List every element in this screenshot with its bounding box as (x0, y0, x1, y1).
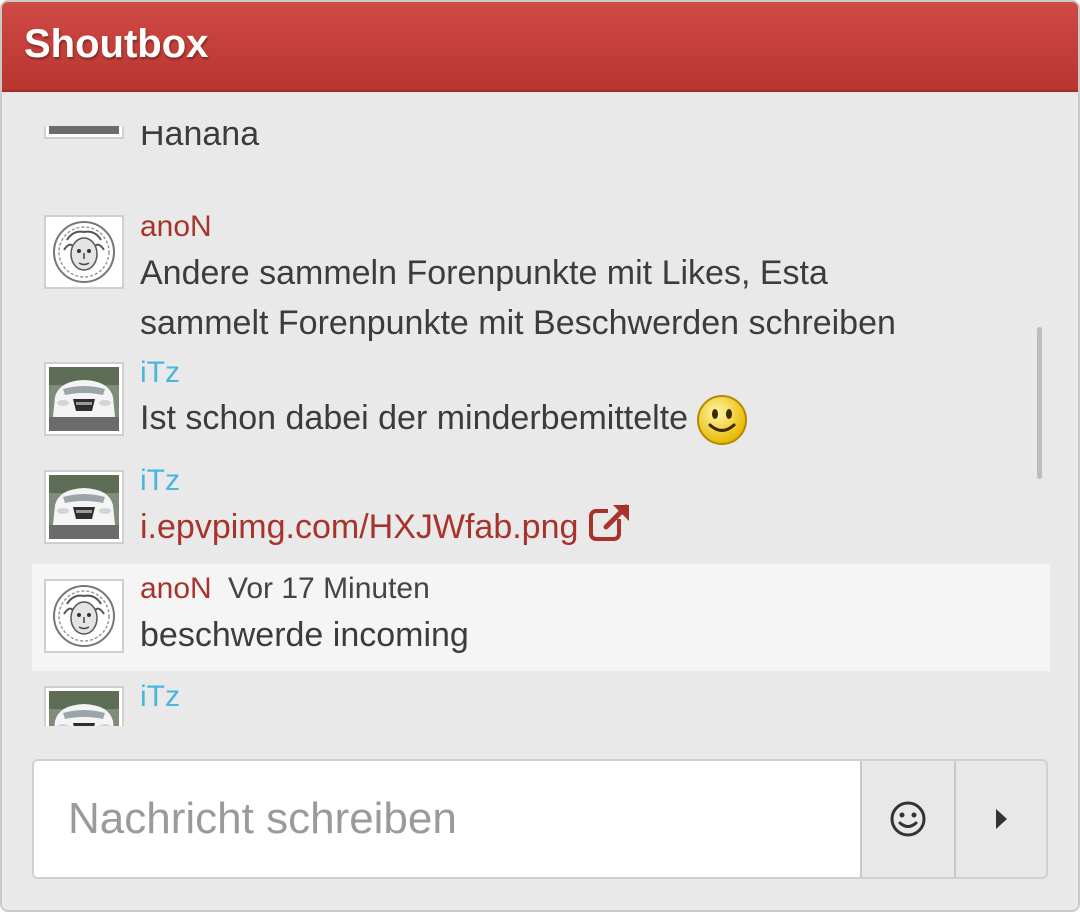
message-text: beschwerde incoming (140, 616, 469, 654)
message-text-row: i.epvpimg.com/HXJWfab.png (140, 502, 1040, 552)
message-author[interactable]: anoN (140, 210, 212, 244)
caret-right-icon (996, 809, 1007, 829)
message-item: iTz Hahaha (32, 126, 1050, 188)
shoutbox-title: Shoutbox (24, 22, 209, 66)
message-author[interactable]: iTz (140, 680, 180, 714)
shoutbox-header: Shoutbox (2, 2, 1078, 92)
message-item: iTz i.epvpimg.com/HXJWfab.png (32, 464, 1050, 564)
avatar[interactable] (44, 215, 124, 289)
avatar[interactable] (44, 470, 124, 544)
emoji-button[interactable] (860, 761, 954, 877)
message-text: Ist schon dabei der minderbemittelte (140, 399, 689, 437)
avatar[interactable] (44, 126, 124, 139)
message-timestamp: Vor 17 Minuten (228, 572, 430, 605)
smiley-emoji-icon (697, 395, 748, 446)
message-scrollbar[interactable] (1037, 327, 1042, 479)
external-link-icon[interactable] (588, 502, 632, 542)
message-item-highlighted: anoN Vor 17 Minuten beschwerde incoming (32, 564, 1050, 671)
message-text-line: Andere sammeln Forenpunkte mit Likes, Es… (140, 254, 828, 292)
send-button[interactable] (954, 761, 1046, 877)
message-author[interactable]: iTz (140, 356, 180, 390)
message-author[interactable]: anoN (140, 572, 212, 606)
avatar[interactable] (44, 362, 124, 436)
avatar[interactable] (44, 686, 124, 726)
smiley-icon (890, 801, 926, 837)
message-text-line: sammelt Forenpunkte mit Beschwerden schr… (140, 304, 896, 342)
message-author[interactable]: iTz (140, 464, 180, 498)
message-item: iTz (32, 680, 1050, 726)
message-list[interactable]: iTz Hahaha anoN Andere sammeln Forenpunk… (32, 126, 1050, 726)
message-text-row: Ist schon dabei der minderbemittelte (140, 393, 1040, 446)
message-item: anoN Andere sammeln Forenpunkte mit Like… (32, 210, 1050, 350)
shoutbox-widget: Shoutbox iTz Hahaha anoN Andere sammeln … (0, 0, 1080, 912)
message-item: iTz Ist schon dabei der minderbemittelte (32, 356, 1050, 456)
message-composer (32, 759, 1048, 879)
message-text: Hahaha (140, 126, 260, 153)
message-input[interactable] (34, 761, 860, 877)
avatar[interactable] (44, 579, 124, 653)
message-link[interactable]: i.epvpimg.com/HXJWfab.png (140, 508, 578, 546)
